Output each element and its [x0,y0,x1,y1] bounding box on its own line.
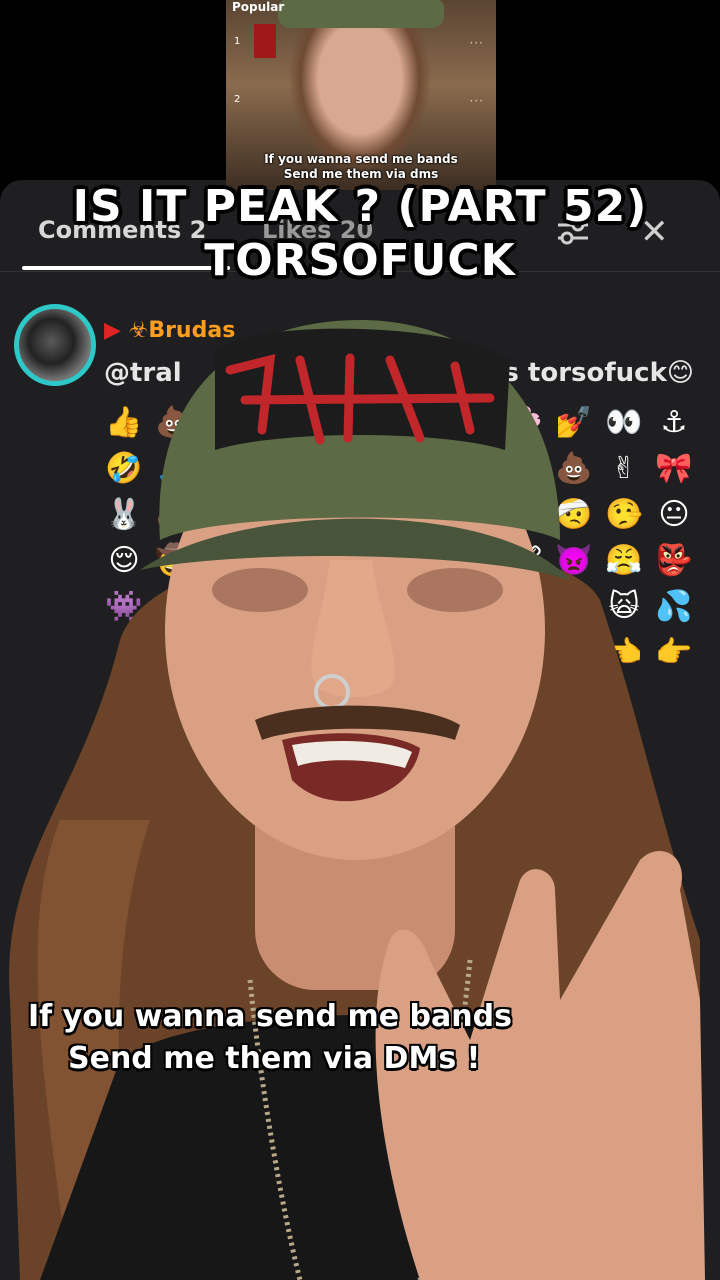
title-line-2: TORSOFUCK [204,235,516,286]
more-options-icon[interactable]: ··· [470,36,484,50]
rank-2: 2 [234,94,241,105]
video-title-overlay: IS IT PEAK ? (PART 52) TORSOFUCK [0,180,720,288]
embedded-caption-line1: If you wanna send me bands [264,152,458,166]
subtitle-caption: If you wanna send me bands Send me them … [28,996,548,1080]
popular-label: Popular [232,0,285,14]
embedded-video: Popular 1 2 ··· ··· If you wanna send me… [226,0,496,190]
rank-1: 1 [234,36,241,47]
title-line-1: IS IT PEAK ? (PART 52) [72,181,648,232]
caption-line-2: Send me them via DMs ! [68,1041,481,1076]
embedded-hat [278,0,444,28]
caption-line-1: If you wanna send me bands [28,999,512,1034]
embedded-caption-line2: Send me them via dms [283,167,439,181]
creator-cutout [9,320,705,1280]
embedded-thumbnail [254,24,276,58]
embedded-caption: If you wanna send me bands Send me them … [226,152,496,182]
more-options-icon[interactable]: ··· [470,94,484,108]
